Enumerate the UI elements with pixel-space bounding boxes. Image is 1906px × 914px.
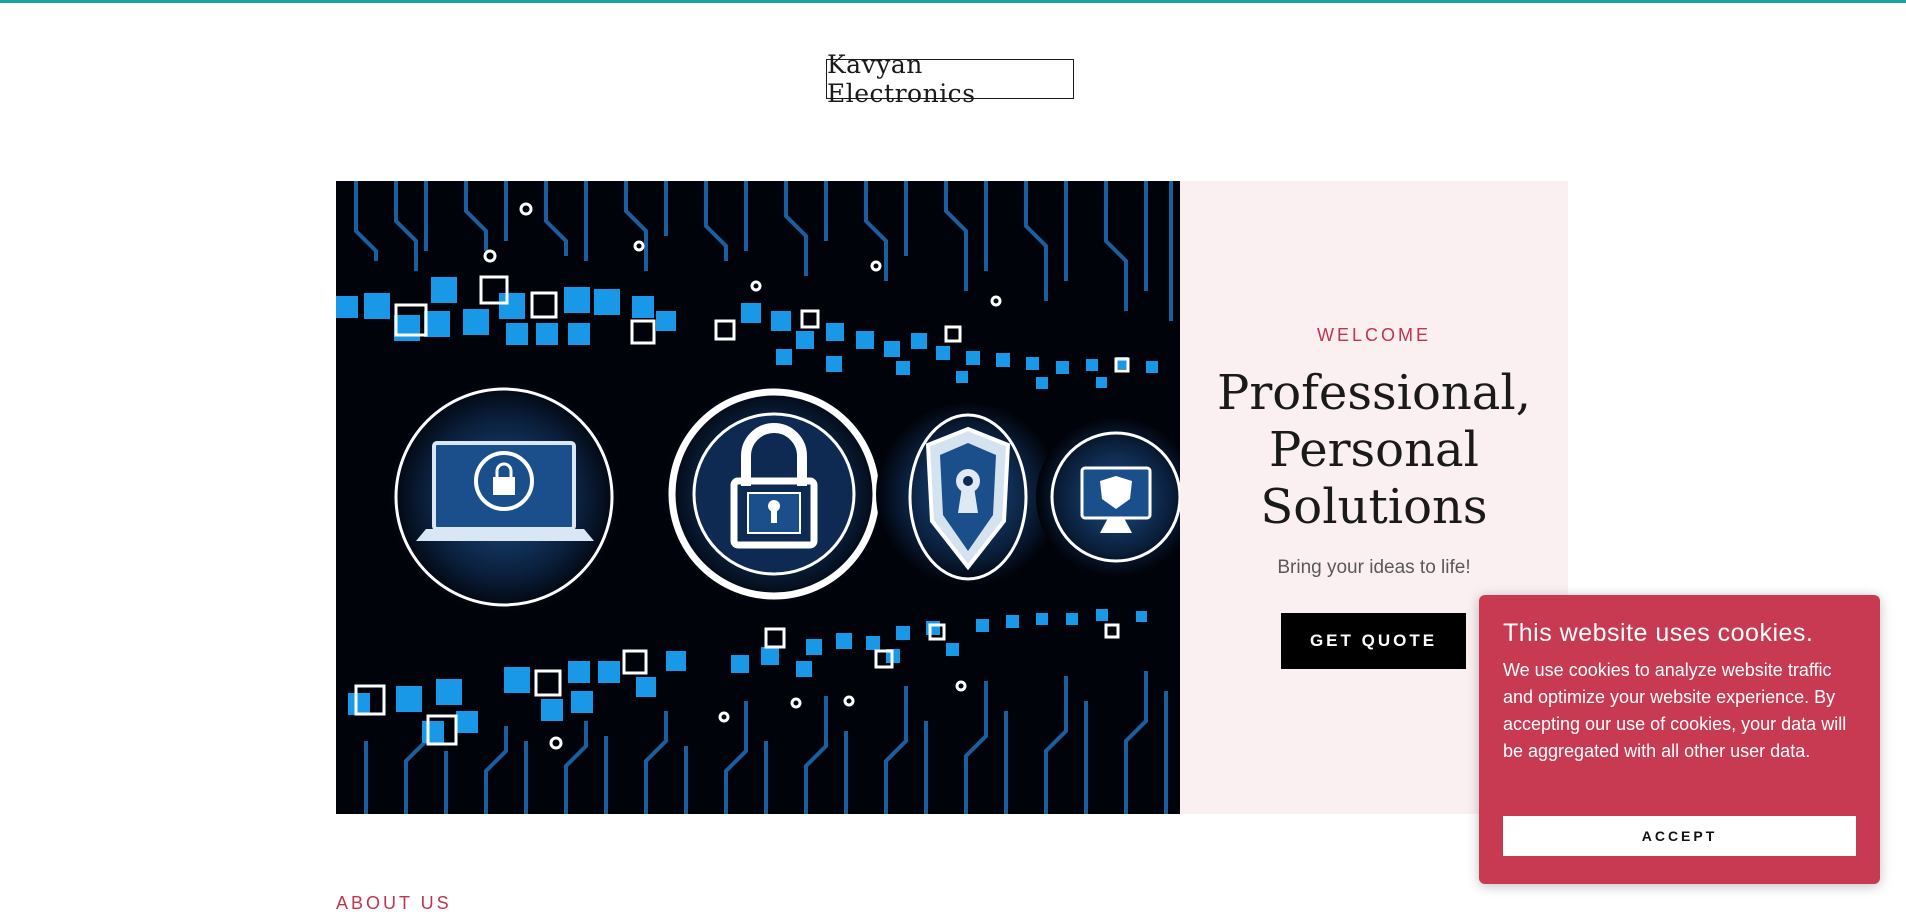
cookie-banner-text: We use cookies to analyze website traffi… xyxy=(1503,660,1847,761)
headline-line-2: Personal xyxy=(1269,422,1479,478)
hero-subline: Bring your ideas to life! xyxy=(1277,557,1471,578)
top-accent-bar xyxy=(0,0,1906,3)
accept-cookies-button[interactable]: ACCEPT xyxy=(1503,816,1856,856)
cyber-security-circuit-image xyxy=(336,181,1180,814)
get-quote-button[interactable]: GET QUOTE xyxy=(1281,613,1466,669)
cookie-banner-title: This website uses cookies. xyxy=(1503,619,1814,647)
site-logo[interactable]: Kavyan Electronics xyxy=(826,50,1074,108)
welcome-label: WELCOME xyxy=(1316,325,1431,345)
hero-headline: Professional, Personal Solutions xyxy=(1180,365,1568,536)
headline-line-1: Professional, xyxy=(1217,365,1531,421)
hero-image xyxy=(336,181,1180,814)
hero-section: WELCOME Professional, Personal Solutions… xyxy=(336,181,1568,814)
cookie-banner: This website uses cookies. We use cookie… xyxy=(1479,595,1880,884)
headline-line-3: Solutions xyxy=(1260,479,1488,535)
about-us-heading: ABOUT US xyxy=(336,893,452,913)
